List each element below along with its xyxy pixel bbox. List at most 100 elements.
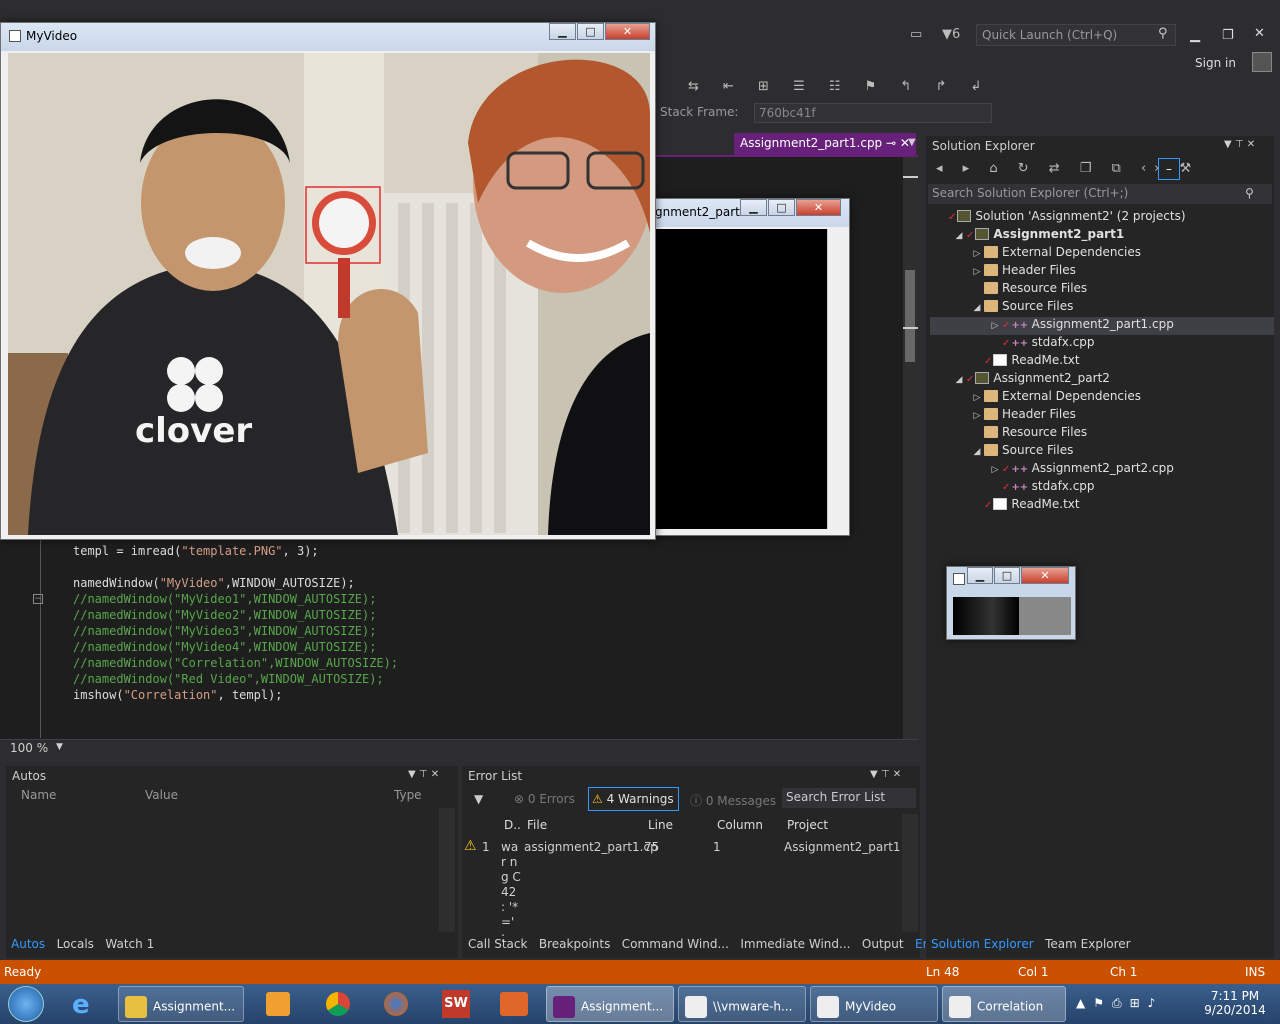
avatar[interactable]: [1252, 52, 1272, 72]
collapse-icon[interactable]: −: [33, 594, 43, 604]
expand-icon[interactable]: ▷: [988, 465, 1002, 475]
table-row[interactable]: ⚠ 1 war ng C42 : '*=' : assignment2_part…: [464, 838, 901, 944]
second-window-scrollbar[interactable]: [827, 229, 843, 529]
errors-filter[interactable]: ⊗ 0 Errors: [514, 792, 575, 806]
editor-scrollbar[interactable]: [903, 157, 918, 739]
code-line[interactable]: //namedWindow("MyVideo1",WINDOW_AUTOSIZE…: [73, 592, 376, 608]
code-line[interactable]: templ = imread("template.PNG", 3);: [73, 544, 319, 560]
properties-icon[interactable]: –: [1158, 158, 1180, 180]
restore-icon[interactable]: ❐: [1222, 28, 1234, 43]
close-icon[interactable]: ✕: [1254, 26, 1265, 41]
filter-icon[interactable]: ▼: [474, 792, 483, 806]
start-button[interactable]: [8, 986, 44, 1022]
tab-immediate-window[interactable]: Immediate Wind...: [740, 937, 850, 951]
taskbar-item-vmware[interactable]: \\vmware-h...: [678, 986, 806, 1022]
sign-in-link[interactable]: Sign in: [1195, 56, 1236, 70]
ie-icon[interactable]: e: [72, 990, 90, 1020]
zoom-level[interactable]: 100 %: [10, 741, 48, 755]
editor-scroll-thumb[interactable]: [905, 270, 915, 362]
chrome-icon[interactable]: [326, 992, 350, 1016]
feedback-icon[interactable]: ▭: [910, 27, 922, 42]
code-line[interactable]: //namedWindow("MyVideo2",WINDOW_AUTOSIZE…: [73, 608, 376, 624]
myvideo-minimize-button[interactable]: ▁: [549, 23, 576, 40]
tree-item-txt[interactable]: ✓ ReadMe.txt: [930, 353, 1274, 371]
tree-item-cpp[interactable]: ▷ ✓++ Assignment2_part2.cpp: [930, 461, 1274, 479]
tree-item-folder[interactable]: ◢ Source Files: [930, 299, 1274, 317]
code-line[interactable]: //namedWindow("Correlation",WINDOW_AUTOS…: [73, 656, 398, 672]
tree-item-solution[interactable]: ✓ Solution 'Assignment2' (2 projects): [930, 209, 1274, 227]
col-name[interactable]: Name: [21, 788, 56, 802]
expand-icon[interactable]: ◢: [970, 447, 984, 457]
tree-item-folder[interactable]: ▷ External Dependencies: [930, 245, 1274, 263]
zoom-dropdown-icon[interactable]: ▼: [56, 742, 63, 752]
minimize-icon[interactable]: ▁: [1190, 28, 1200, 43]
error-list-menu-icon[interactable]: ▼ ⊤ ✕: [870, 769, 901, 780]
expand-icon[interactable]: ▷: [970, 267, 984, 277]
tab-locals[interactable]: Locals: [57, 937, 94, 951]
code-line[interactable]: //namedWindow("MyVideo4",WINDOW_AUTOSIZE…: [73, 640, 376, 656]
code-line[interactable]: //namedWindow("Red Video",WINDOW_AUTOSIZ…: [73, 672, 384, 688]
error-scrollbar[interactable]: [902, 814, 918, 932]
second-maximize-button[interactable]: □: [768, 199, 795, 216]
app-icon[interactable]: [500, 992, 528, 1016]
taskbar-item-correlation[interactable]: Correlation: [942, 986, 1066, 1022]
corr-close-button[interactable]: ✕: [1021, 567, 1069, 584]
myvideo-close-button[interactable]: ✕: [605, 23, 650, 40]
col-type[interactable]: Type: [394, 788, 422, 802]
tree-item-cpp[interactable]: ✓++ stdafx.cpp: [930, 479, 1274, 497]
autos-menu-icon[interactable]: ▼ ⊤ ✕: [408, 769, 439, 780]
error-search-input[interactable]: Search Error List: [782, 788, 916, 808]
tree-item-cpp[interactable]: ▷ ✓++ Assignment2_part1.cpp: [930, 317, 1274, 335]
taskbar-item-myvideo[interactable]: MyVideo: [810, 986, 938, 1022]
tab-solution-explorer[interactable]: Solution Explorer: [931, 937, 1034, 951]
expand-icon[interactable]: ▷: [970, 249, 984, 259]
expand-icon[interactable]: ◢: [970, 303, 984, 313]
tree-item-folder[interactable]: Resource Files: [930, 425, 1274, 443]
tab-watch1[interactable]: Watch 1: [105, 937, 154, 951]
taskbar-item-explorer[interactable]: Assignment...: [118, 986, 244, 1022]
tab-breakpoints[interactable]: Breakpoints: [539, 937, 610, 951]
tree-item-project[interactable]: ◢ ✓ Assignment2_part2: [930, 371, 1274, 389]
tab-command-window[interactable]: Command Wind...: [622, 937, 729, 951]
tree-item-folder[interactable]: ◢ Source Files: [930, 443, 1274, 461]
col-value[interactable]: Value: [145, 788, 178, 802]
col-line[interactable]: Line: [648, 818, 673, 832]
se-search-input[interactable]: Search Solution Explorer (Ctrl+;): [928, 184, 1272, 204]
autos-scrollbar[interactable]: [439, 808, 455, 932]
col-column[interactable]: Column: [717, 818, 763, 832]
se-menu-icon[interactable]: ▼ ⊤ ✕: [1224, 139, 1255, 150]
pin-icon[interactable]: ⊸: [886, 136, 896, 150]
tree-item-folder[interactable]: ▷ External Dependencies: [930, 389, 1274, 407]
expand-icon[interactable]: ▷: [988, 321, 1002, 331]
second-close-button[interactable]: ✕: [796, 199, 841, 216]
second-minimize-button[interactable]: ▁: [740, 199, 767, 216]
expand-icon[interactable]: ▷: [970, 411, 984, 421]
tab-output[interactable]: Output: [862, 937, 904, 951]
code-line[interactable]: //namedWindow("MyVideo3",WINDOW_AUTOSIZE…: [73, 624, 376, 640]
tree-item-txt[interactable]: ✓ ReadMe.txt: [930, 497, 1274, 515]
clock[interactable]: 7:11 PM 9/20/2014: [1200, 989, 1270, 1017]
myvideo-maximize-button[interactable]: □: [577, 23, 604, 40]
tree-item-folder[interactable]: Resource Files: [930, 281, 1274, 299]
tab-dropdown-icon[interactable]: ▼: [908, 137, 916, 148]
tab-assignment2-part1[interactable]: Assignment2_part1.cpp ⊸ ✕: [734, 133, 916, 155]
tree-item-folder[interactable]: ▷ Header Files: [930, 407, 1274, 425]
taskbar-item-visual-studio[interactable]: Assignment...: [546, 986, 674, 1022]
code-line[interactable]: imshow("Correlation", templ);: [73, 688, 283, 704]
media-player-icon[interactable]: [266, 992, 290, 1016]
expand-icon[interactable]: ◢: [952, 231, 966, 241]
tab-call-stack[interactable]: Call Stack: [468, 937, 527, 951]
code-line[interactable]: namedWindow("MyVideo",WINDOW_AUTOSIZE);: [73, 576, 355, 592]
system-tray-icons[interactable]: ▲⚑⎙⊞♪: [1076, 996, 1163, 1011]
stack-frame-select[interactable]: 760bc41f: [754, 103, 992, 123]
expand-icon[interactable]: ▷: [970, 393, 984, 403]
tab-team-explorer[interactable]: Team Explorer: [1045, 937, 1131, 951]
expand-icon[interactable]: ◢: [952, 375, 966, 385]
debug-toolbar[interactable]: ⇆ ⇤ ⊞ ☰ ☷ ⚑ ↰ ↱ ↲: [688, 79, 991, 94]
corr-minimize-button[interactable]: ▁: [967, 567, 993, 584]
firefox-icon[interactable]: [384, 992, 408, 1016]
col-project[interactable]: Project: [787, 818, 828, 832]
tree-item-folder[interactable]: ▷ Header Files: [930, 263, 1274, 281]
notifications-icon[interactable]: ▼6: [942, 27, 960, 42]
warnings-filter[interactable]: ⚠ 4 Warnings: [588, 787, 679, 811]
